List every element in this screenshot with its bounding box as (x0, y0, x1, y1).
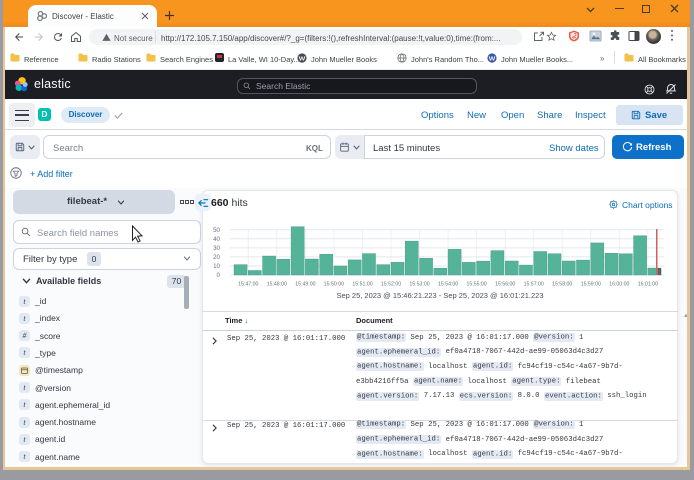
svg-text:15:56:00: 15:56:00 (495, 282, 515, 288)
svg-text:15:48:00: 15:48:00 (267, 282, 287, 288)
svg-text:30: 30 (213, 245, 220, 252)
svg-text:15:53:00: 15:53:00 (409, 282, 429, 288)
svg-text:15:54:00: 15:54:00 (438, 282, 458, 288)
svg-text:15:59:00: 15:59:00 (581, 282, 601, 288)
svg-text:15:51:00: 15:51:00 (352, 282, 372, 288)
svg-text:20: 20 (213, 254, 220, 261)
svg-text:10: 10 (213, 263, 220, 270)
svg-text:15:52:00: 15:52:00 (381, 282, 401, 288)
svg-text:15:47:00: 15:47:00 (238, 282, 258, 288)
svg-text:15:55:00: 15:55:00 (466, 282, 486, 288)
svg-text:15:57:00: 15:57:00 (524, 282, 544, 288)
svg-text:16:00:00: 16:00:00 (609, 282, 629, 288)
svg-text:50: 50 (213, 227, 220, 234)
svg-text:0: 0 (217, 272, 221, 279)
svg-text:40: 40 (213, 236, 220, 243)
svg-text:15:49:00: 15:49:00 (295, 282, 315, 288)
svg-text:15:58:00: 15:58:00 (552, 282, 572, 288)
svg-text:15:50:00: 15:50:00 (324, 282, 344, 288)
svg-text:16:01:00: 16:01:00 (638, 282, 658, 288)
